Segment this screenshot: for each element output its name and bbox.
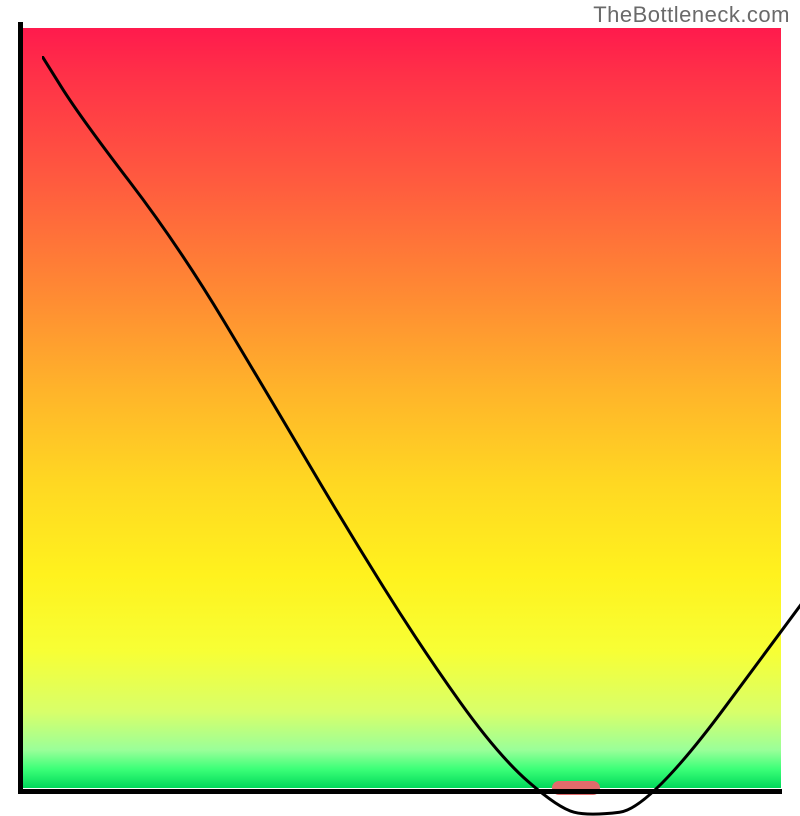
plot-area — [21, 28, 781, 788]
y-axis — [18, 22, 23, 794]
x-axis — [18, 789, 782, 794]
bottleneck-curve — [42, 56, 800, 816]
curve-path — [42, 56, 800, 814]
watermark-text: TheBottleneck.com — [593, 2, 790, 28]
